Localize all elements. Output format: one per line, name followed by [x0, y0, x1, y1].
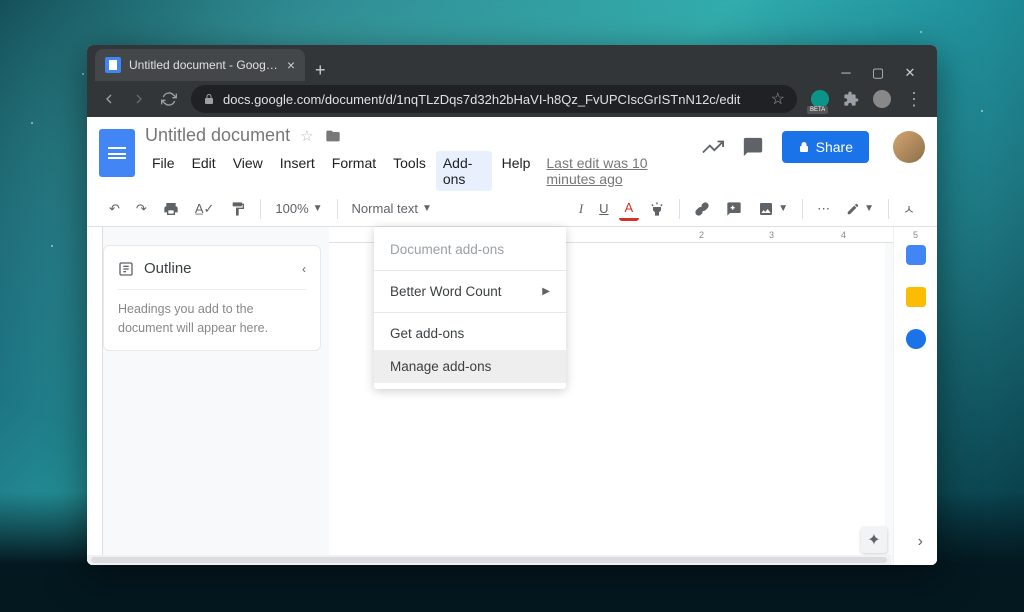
explore-button[interactable]: ✦ — [861, 527, 887, 553]
hide-menus-icon[interactable]: ㅅ — [897, 195, 921, 222]
horizontal-scrollbar[interactable] — [87, 555, 891, 565]
spellcheck-icon[interactable]: A̲✓ — [189, 197, 221, 221]
url-text: docs.google.com/document/d/1nqTLzDqs7d32… — [223, 92, 763, 107]
editing-mode-icon[interactable]: ▼ — [840, 198, 880, 220]
submenu-arrow-icon: ▶ — [542, 286, 550, 297]
outline-icon — [118, 261, 134, 277]
forward-icon[interactable] — [131, 91, 147, 107]
extension-icons: BETA ⋮ — [811, 89, 923, 110]
tasks-icon[interactable] — [906, 329, 926, 349]
redo-icon[interactable]: ↷ — [130, 197, 153, 221]
comments-icon[interactable] — [742, 136, 764, 158]
more-icon[interactable]: ⋯ — [811, 197, 836, 221]
tab-strip: Untitled document - Google Doc × + ─ ▢ ✕ — [87, 45, 937, 81]
print-icon[interactable] — [157, 197, 185, 221]
docs-logo-icon[interactable] — [99, 129, 135, 177]
menu-file[interactable]: File — [145, 151, 182, 191]
menu-edit[interactable]: Edit — [185, 151, 223, 191]
menu-bar: File Edit View Insert Format Tools Add-o… — [145, 151, 692, 191]
outline-hint: Headings you add to the document will ap… — [118, 289, 306, 338]
menu-tools[interactable]: Tools — [386, 151, 433, 191]
vertical-ruler — [87, 227, 103, 565]
close-tab-icon[interactable]: × — [287, 57, 295, 73]
addon-better-word-count[interactable]: Better Word Count ▶ — [374, 275, 566, 308]
address-bar: docs.google.com/document/d/1nqTLzDqs7d32… — [87, 81, 937, 117]
undo-icon[interactable]: ↶ — [103, 197, 126, 221]
share-button[interactable]: Share — [782, 131, 869, 163]
close-window-icon[interactable]: ✕ — [903, 65, 917, 81]
url-bar[interactable]: docs.google.com/document/d/1nqTLzDqs7d32… — [191, 85, 797, 113]
highlight-icon[interactable] — [643, 197, 671, 221]
menu-format[interactable]: Format — [325, 151, 383, 191]
user-avatar[interactable] — [893, 131, 925, 163]
side-panel — [893, 227, 937, 565]
content-area: Outline ‹ Headings you add to the docume… — [87, 227, 937, 565]
addon-document-addons[interactable]: Document add-ons — [374, 233, 566, 266]
star-document-icon[interactable]: ☆ — [300, 127, 313, 145]
menu-view[interactable]: View — [226, 151, 270, 191]
link-icon[interactable] — [688, 197, 716, 221]
underline-icon[interactable]: U — [593, 197, 614, 220]
activity-icon[interactable] — [702, 136, 724, 158]
new-tab-button[interactable]: + — [305, 60, 336, 81]
outline-panel: Outline ‹ Headings you add to the docume… — [103, 245, 321, 351]
image-icon[interactable]: ▼ — [752, 197, 794, 221]
menu-help[interactable]: Help — [495, 151, 538, 191]
calendar-icon[interactable] — [906, 245, 926, 265]
bookmark-star-icon[interactable]: ☆ — [771, 89, 785, 109]
maximize-icon[interactable]: ▢ — [871, 65, 885, 81]
google-docs-app: Untitled document ☆ File Edit View Inser… — [87, 117, 937, 565]
extensions-icon[interactable] — [843, 91, 859, 107]
last-edit-link[interactable]: Last edit was 10 minutes ago — [546, 151, 691, 191]
addons-dropdown-menu: Document add-ons Better Word Count ▶ Get… — [374, 227, 566, 389]
browser-tab[interactable]: Untitled document - Google Doc × — [95, 49, 305, 81]
profile-ext-icon[interactable] — [873, 90, 891, 108]
tab-title: Untitled document - Google Doc — [129, 58, 279, 72]
add-comment-icon[interactable] — [720, 197, 748, 221]
browser-window: Untitled document - Google Doc × + ─ ▢ ✕… — [87, 45, 937, 565]
back-icon[interactable] — [101, 91, 117, 107]
lock-icon — [203, 93, 215, 105]
docs-header: Untitled document ☆ File Edit View Inser… — [87, 117, 937, 191]
addon-manage-addons[interactable]: Manage add-ons — [374, 350, 566, 383]
side-panel-toggle-icon[interactable]: › — [918, 533, 923, 551]
text-color-icon[interactable]: A — [619, 197, 640, 221]
keep-icon[interactable] — [906, 287, 926, 307]
menu-insert[interactable]: Insert — [273, 151, 322, 191]
extension-beta-icon[interactable]: BETA — [811, 90, 829, 108]
paint-format-icon[interactable] — [224, 197, 252, 221]
browser-menu-icon[interactable]: ⋮ — [905, 89, 923, 110]
style-select[interactable]: Normal text▼ — [346, 197, 438, 220]
collapse-outline-icon[interactable]: ‹ — [302, 262, 306, 276]
share-lock-icon — [798, 141, 810, 153]
docs-favicon — [105, 57, 121, 73]
move-folder-icon[interactable] — [324, 128, 342, 144]
addon-get-addons[interactable]: Get add-ons — [374, 317, 566, 350]
document-title[interactable]: Untitled document — [145, 125, 290, 146]
outline-title: Outline — [144, 260, 192, 277]
reload-icon[interactable] — [161, 91, 177, 107]
italic-icon[interactable]: I — [573, 197, 589, 221]
zoom-select[interactable]: 100%▼ — [269, 197, 328, 220]
minimize-icon[interactable]: ─ — [839, 65, 853, 81]
menu-addons[interactable]: Add-ons — [436, 151, 492, 191]
toolbar: ↶ ↷ A̲✓ 100%▼ Normal text▼ I U A ▼ ⋯ ▼ ㅅ — [87, 191, 937, 227]
